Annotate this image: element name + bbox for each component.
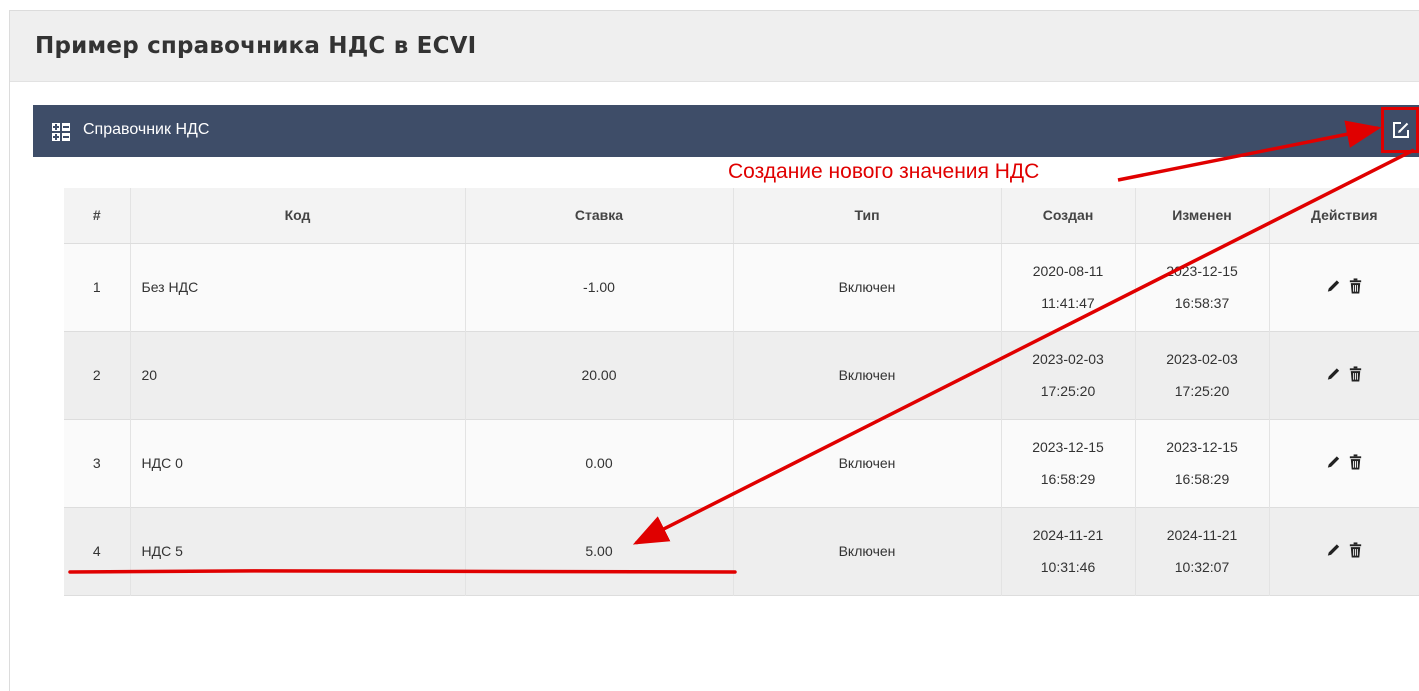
- table-row: 4 НДС 5 5.00 Включен 2024-11-21 10:31:46 …: [64, 507, 1419, 595]
- pencil-icon[interactable]: [1325, 541, 1342, 559]
- table-header-row: # Код Ставка Тип Создан Изменен Действия: [64, 188, 1419, 244]
- created-date: 2023-02-03: [1032, 351, 1104, 367]
- cell-modified: 2024-11-21 10:32:07: [1135, 507, 1270, 595]
- cell-code: 20: [130, 331, 466, 419]
- created-time: 10:31:46: [1040, 559, 1096, 575]
- header-actions: Действия: [1269, 188, 1419, 244]
- edit-square-icon: [1393, 122, 1409, 138]
- cell-type: Включен: [733, 507, 1002, 595]
- header-num[interactable]: #: [64, 188, 131, 244]
- header-modified[interactable]: Изменен: [1135, 188, 1270, 244]
- cell-modified: 2023-12-15 16:58:29: [1135, 419, 1270, 507]
- trash-icon[interactable]: [1347, 453, 1364, 471]
- grid-add-icon: [52, 123, 70, 141]
- pencil-icon[interactable]: [1325, 365, 1342, 383]
- table-row: 3 НДС 0 0.00 Включен 2023-12-15 16:58:29 …: [64, 419, 1419, 507]
- cell-rate: 5.00: [465, 507, 734, 595]
- header-code[interactable]: Код: [130, 188, 466, 244]
- vat-table: # Код Ставка Тип Создан Изменен Действия…: [64, 188, 1419, 596]
- modified-time: 16:58:37: [1174, 295, 1230, 311]
- modified-time: 16:58:29: [1174, 471, 1230, 487]
- modified-date: 2023-12-15: [1166, 439, 1238, 455]
- cell-code: Без НДС: [130, 243, 466, 331]
- cell-num: 2: [64, 331, 131, 419]
- cell-code: НДС 5: [130, 507, 466, 595]
- cell-created: 2023-12-15 16:58:29: [1001, 419, 1136, 507]
- header-rate[interactable]: Ставка: [465, 188, 734, 244]
- created-time: 16:58:29: [1040, 471, 1096, 487]
- modified-date: 2023-02-03: [1166, 351, 1238, 367]
- cell-created: 2023-02-03 17:25:20: [1001, 331, 1136, 419]
- pencil-icon[interactable]: [1325, 277, 1342, 295]
- modified-time: 10:32:07: [1174, 559, 1230, 575]
- created-date: 2024-11-21: [1032, 527, 1104, 543]
- cell-type: Включен: [733, 243, 1002, 331]
- trash-icon[interactable]: [1347, 541, 1364, 559]
- cell-code: НДС 0: [130, 419, 466, 507]
- cell-created: 2020-08-11 11:41:47: [1001, 243, 1136, 331]
- panel-header: Справочник НДС: [33, 105, 1419, 157]
- cell-modified: 2023-02-03 17:25:20: [1135, 331, 1270, 419]
- pencil-icon[interactable]: [1325, 453, 1342, 471]
- cell-actions: [1269, 419, 1419, 507]
- header-type[interactable]: Тип: [733, 188, 1002, 244]
- cell-rate: 0.00: [465, 419, 734, 507]
- cell-num: 1: [64, 243, 131, 331]
- cell-type: Включен: [733, 419, 1002, 507]
- cell-rate: 20.00: [465, 331, 734, 419]
- modified-date: 2023-12-15: [1166, 263, 1238, 279]
- cell-actions: [1269, 243, 1419, 331]
- cell-actions: [1269, 331, 1419, 419]
- create-vat-button[interactable]: [1381, 107, 1419, 153]
- modified-time: 17:25:20: [1174, 383, 1230, 399]
- cell-num: 4: [64, 507, 131, 595]
- created-time: 11:41:47: [1041, 295, 1095, 311]
- cell-modified: 2023-12-15 16:58:37: [1135, 243, 1270, 331]
- trash-icon[interactable]: [1347, 277, 1364, 295]
- cell-created: 2024-11-21 10:31:46: [1001, 507, 1136, 595]
- cell-actions: [1269, 507, 1419, 595]
- trash-icon[interactable]: [1347, 365, 1364, 383]
- cell-type: Включен: [733, 331, 1002, 419]
- table-row: 2 20 20.00 Включен 2023-02-03 17:25:20 20…: [64, 331, 1419, 419]
- header-created[interactable]: Создан: [1001, 188, 1136, 244]
- created-date: 2020-08-11: [1032, 263, 1104, 279]
- modified-date: 2024-11-21: [1166, 527, 1238, 543]
- page-header: Пример справочника НДС в ECVI: [10, 11, 1419, 82]
- cell-num: 3: [64, 419, 131, 507]
- page-title: Пример справочника НДС в ECVI: [35, 33, 477, 59]
- cell-rate: -1.00: [465, 243, 734, 331]
- table-row: 1 Без НДС -1.00 Включен 2020-08-11 11:41:…: [64, 243, 1419, 331]
- panel-title: Справочник НДС: [83, 121, 210, 138]
- created-time: 17:25:20: [1040, 383, 1096, 399]
- created-date: 2023-12-15: [1032, 439, 1104, 455]
